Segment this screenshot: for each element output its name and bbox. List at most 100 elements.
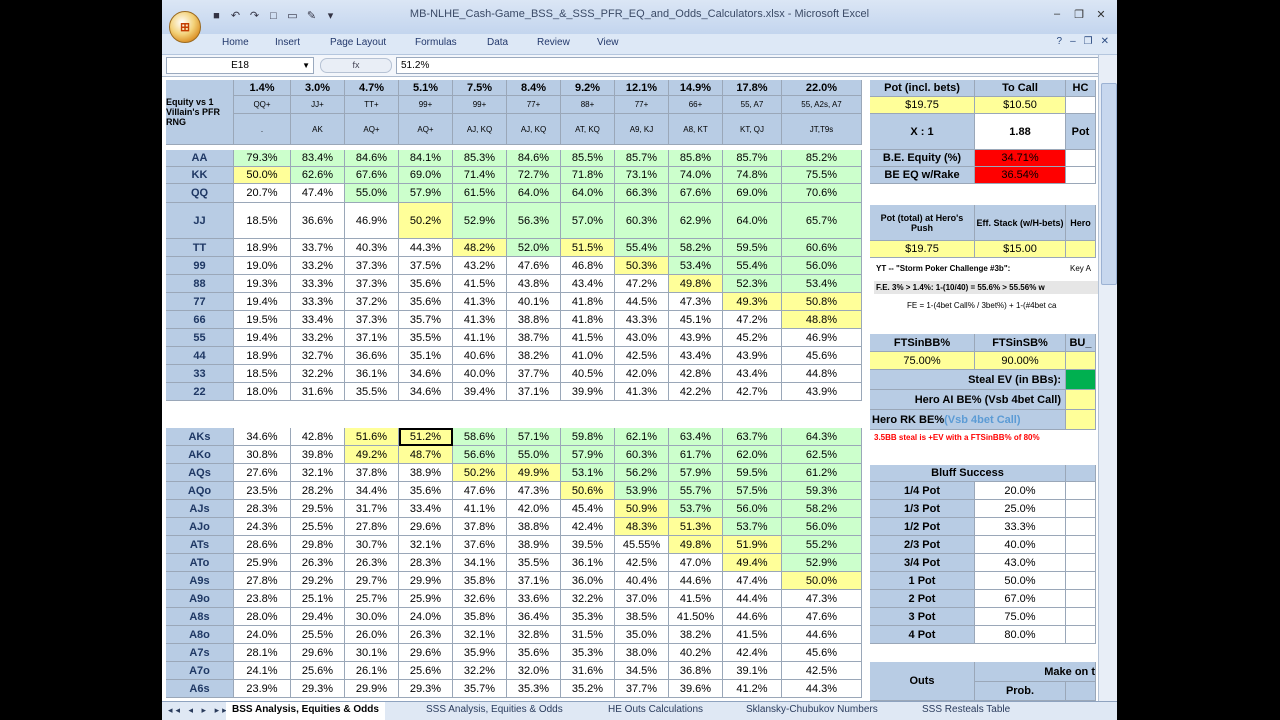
equity-cell[interactable]: 32.1% <box>399 536 453 554</box>
equity-cell[interactable]: 38.7% <box>507 329 561 347</box>
equity-cell[interactable]: 45.6% <box>782 644 862 662</box>
equity-cell[interactable]: 44.3% <box>782 680 862 698</box>
equity-cell[interactable]: 26.0% <box>345 626 399 644</box>
equity-cell[interactable]: 35.1% <box>399 347 453 365</box>
equity-cell[interactable]: 33.3% <box>291 293 345 311</box>
cell[interactable] <box>1066 500 1096 518</box>
column-pct[interactable]: 1.4% <box>234 80 291 96</box>
equity-cell[interactable]: 19.4% <box>234 293 291 311</box>
equity-cell[interactable]: 42.4% <box>561 518 615 536</box>
equity-cell[interactable]: 58.2% <box>669 239 723 257</box>
scrollbar-thumb[interactable] <box>1101 83 1117 285</box>
pot-value[interactable]: $19.75 <box>870 97 975 114</box>
equity-cell[interactable]: 33.6% <box>507 590 561 608</box>
to-call-value[interactable]: $10.50 <box>975 97 1066 114</box>
equity-cell[interactable]: 25.6% <box>291 662 345 680</box>
equity-cell[interactable]: 28.6% <box>234 536 291 554</box>
equity-cell[interactable]: 50.2% <box>453 464 507 482</box>
equity-cell[interactable]: 43.4% <box>669 347 723 365</box>
equity-cell[interactable]: 37.7% <box>615 680 669 698</box>
equity-cell[interactable]: 53.4% <box>782 275 862 293</box>
equity-cell[interactable]: 23.8% <box>234 590 291 608</box>
equity-cell[interactable]: 40.6% <box>453 347 507 365</box>
equity-cell[interactable]: 34.5% <box>615 662 669 680</box>
equity-cell[interactable]: 35.8% <box>453 572 507 590</box>
equity-cell[interactable]: 51.5% <box>561 239 615 257</box>
equity-cell[interactable]: 25.5% <box>291 626 345 644</box>
equity-cell[interactable]: 85.7% <box>615 150 669 167</box>
equity-cell[interactable]: 53.7% <box>669 500 723 518</box>
equity-cell[interactable]: 56.2% <box>615 464 669 482</box>
equity-cell[interactable]: 62.6% <box>291 167 345 184</box>
equity-cell[interactable]: 29.6% <box>291 644 345 662</box>
equity-cell[interactable]: 34.6% <box>234 428 291 446</box>
column-range[interactable]: 55, A7 <box>723 96 782 114</box>
equity-cell[interactable]: 74.0% <box>669 167 723 184</box>
equity-cell[interactable]: 44.6% <box>669 572 723 590</box>
equity-cell[interactable]: 39.5% <box>561 536 615 554</box>
equity-cell[interactable]: 56.3% <box>507 203 561 239</box>
equity-cell[interactable]: 46.9% <box>782 329 862 347</box>
ribbon-restore-button[interactable]: ❐ <box>1084 36 1093 47</box>
equity-cell[interactable]: 55.4% <box>723 257 782 275</box>
tab-home[interactable]: Home <box>222 37 249 48</box>
equity-cell[interactable]: 85.3% <box>453 150 507 167</box>
equity-cell[interactable]: 43.4% <box>723 365 782 383</box>
equity-cell[interactable]: 42.0% <box>507 500 561 518</box>
column-range[interactable]: 88+ <box>561 96 615 114</box>
equity-cell[interactable]: 32.2% <box>453 662 507 680</box>
equity-cell[interactable]: 53.4% <box>669 257 723 275</box>
equity-cell[interactable]: 60.6% <box>782 239 862 257</box>
equity-cell[interactable]: 37.8% <box>345 464 399 482</box>
equity-cell[interactable]: 31.7% <box>345 500 399 518</box>
equity-cell[interactable]: 48.8% <box>782 311 862 329</box>
column-range[interactable]: 99+ <box>399 96 453 114</box>
equity-cell[interactable]: 39.9% <box>561 383 615 401</box>
equity-cell[interactable]: 18.9% <box>234 347 291 365</box>
equity-cell[interactable]: 48.2% <box>453 239 507 257</box>
equity-cell[interactable]: 40.1% <box>507 293 561 311</box>
equity-cell[interactable]: 57.0% <box>561 203 615 239</box>
equity-cell[interactable]: 61.5% <box>453 184 507 203</box>
cell[interactable] <box>1066 518 1096 536</box>
equity-cell[interactable]: 70.6% <box>782 184 862 203</box>
equity-cell[interactable]: 71.8% <box>561 167 615 184</box>
equity-cell[interactable]: 41.5% <box>723 626 782 644</box>
equity-cell[interactable]: 55.7% <box>669 482 723 500</box>
equity-cell[interactable]: 84.1% <box>399 150 453 167</box>
bluff-success-value[interactable]: 40.0% <box>975 536 1066 554</box>
sheet-tab-sss-analysis[interactable]: SSS Analysis, Equities & Odds <box>420 702 569 718</box>
bluff-success-value[interactable]: 20.0% <box>975 482 1066 500</box>
equity-cell[interactable]: 64.3% <box>782 428 862 446</box>
steal-ev-value[interactable] <box>1066 370 1096 390</box>
equity-cell[interactable]: 29.9% <box>345 680 399 698</box>
bluff-success-value[interactable]: 43.0% <box>975 554 1066 572</box>
equity-cell[interactable]: 29.9% <box>399 572 453 590</box>
equity-cell[interactable]: 35.0% <box>615 626 669 644</box>
equity-cell[interactable]: 74.8% <box>723 167 782 184</box>
bluff-success-value[interactable]: 67.0% <box>975 590 1066 608</box>
equity-cell[interactable]: 37.7% <box>507 365 561 383</box>
equity-cell[interactable]: 35.2% <box>561 680 615 698</box>
column-range[interactable]: 55, A2s, A7 <box>782 96 862 114</box>
equity-cell[interactable]: 29.2% <box>291 572 345 590</box>
column-range[interactable]: . <box>234 114 291 145</box>
equity-cell[interactable]: 45.6% <box>782 347 862 365</box>
equity-cell[interactable]: 18.5% <box>234 203 291 239</box>
equity-cell[interactable]: 35.5% <box>399 329 453 347</box>
worksheet-grid[interactable]: Equity vs 1 Villain's PFR RNG 1.4% QQ+. 3.0… <box>162 77 1117 701</box>
equity-cell[interactable]: 37.1% <box>507 383 561 401</box>
equity-cell[interactable]: 71.4% <box>453 167 507 184</box>
equity-cell[interactable]: 32.6% <box>453 590 507 608</box>
equity-cell[interactable]: 40.4% <box>615 572 669 590</box>
equity-cell[interactable]: 43.2% <box>453 257 507 275</box>
equity-cell[interactable]: 50.2% <box>399 203 453 239</box>
column-range[interactable]: A8, KT <box>669 114 723 145</box>
equity-cell[interactable]: 38.9% <box>507 536 561 554</box>
equity-cell[interactable]: 32.7% <box>291 347 345 365</box>
ftsbb-value[interactable]: 75.00% <box>870 352 975 370</box>
pot-total-value[interactable]: $19.75 <box>870 241 975 258</box>
close-button[interactable]: ✕ <box>1091 6 1111 22</box>
equity-cell[interactable]: 26.1% <box>345 662 399 680</box>
equity-cell[interactable]: 41.50% <box>669 608 723 626</box>
